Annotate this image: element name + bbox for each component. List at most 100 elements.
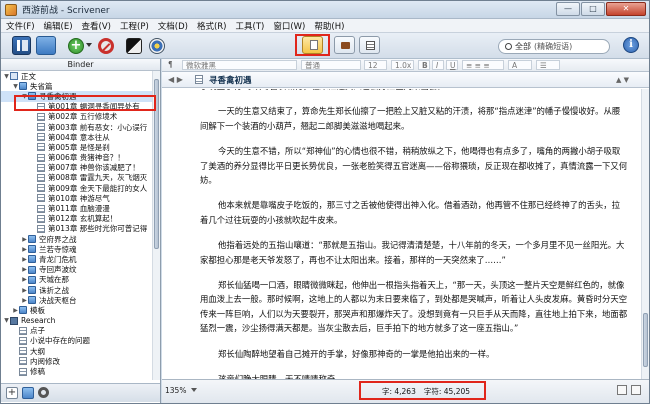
disclosure-icon[interactable]: ▶ xyxy=(21,287,28,294)
binder-item[interactable]: 点子 xyxy=(1,326,152,336)
document-paragraph[interactable]: 郑长仙猛喝一口酒，眼睛微微眯起，他伸出一根指头指着天上，“那一天，头顶这一整片天… xyxy=(200,278,628,336)
binder-item[interactable]: 第012章 玄机算起！ xyxy=(1,214,152,224)
binder-item[interactable]: 第008章 雷霆九天，灰飞烟灭 xyxy=(1,173,152,183)
paragraph-style-icon[interactable]: ¶ xyxy=(165,60,177,70)
search-input[interactable]: 全部 (精确短语) xyxy=(498,39,610,54)
collections-folder-icon[interactable] xyxy=(36,36,56,55)
binder-item[interactable]: 第010章 神游尽气 xyxy=(1,193,152,203)
binder-item[interactable]: ▼ 正文 xyxy=(1,71,152,81)
menu-file[interactable]: 文件(F) xyxy=(6,20,35,32)
editor-scroll-thumb[interactable] xyxy=(643,313,648,367)
disclosure-icon[interactable]: ▶ xyxy=(21,236,28,243)
binder-item[interactable]: 修稿 xyxy=(1,366,152,376)
document-paragraph[interactable]: 孩童们睁大眼睛，无不啧啧称奇。 xyxy=(200,372,628,379)
line-spacing-select[interactable]: 1.0x xyxy=(391,60,414,70)
binder-item[interactable]: 第003章 前有恶女：小心误行 xyxy=(1,122,152,132)
add-item-button[interactable]: + xyxy=(68,38,84,54)
document-view-button[interactable] xyxy=(302,36,323,54)
document-text-area[interactable]: 了晚些手行·寻欢毒舌长城行，任朱江追兵人已去好江区门来出会。一天的生意又结束了，… xyxy=(162,89,641,379)
document-paragraph[interactable]: 他本来就是靠嘴皮子吃饭的，那三寸之舌被他使得出神入化。借着酒劲，他再管不住那已经… xyxy=(200,198,628,227)
document-prose[interactable]: 了晚些手行·寻欢毒舌长城行，任朱江追兵人已去好江区门来出会。一天的生意又结束了，… xyxy=(200,89,628,379)
binder-folder-button[interactable] xyxy=(22,387,34,399)
binder-item[interactable]: 第005章 是怪是刹 xyxy=(1,142,152,152)
binder-item[interactable]: 第013章 那些时光你可曾记得 xyxy=(1,224,152,234)
binder-item[interactable]: ▶ 诛折之战 xyxy=(1,285,152,295)
search-scope[interactable]: 全部 xyxy=(515,41,531,52)
font-select[interactable]: 微软雅黑 xyxy=(182,60,297,70)
maximize-button[interactable]: □ xyxy=(581,2,605,16)
disclosure-icon[interactable]: ▶ xyxy=(21,297,28,304)
composition-mode-icon[interactable] xyxy=(126,38,142,54)
disclosure-icon[interactable]: ▶ xyxy=(21,266,28,273)
binder-add-button[interactable]: + xyxy=(6,387,18,399)
chevron-down-icon[interactable] xyxy=(191,388,197,392)
navigation-arrows[interactable]: ◀ ▶ xyxy=(168,75,183,84)
delete-item-button[interactable] xyxy=(98,38,114,54)
binder-item[interactable]: 第011章 血脑漫漫 xyxy=(1,203,152,213)
menu-view[interactable]: 查看(V) xyxy=(82,20,111,32)
disclosure-open-icon[interactable]: ▼ xyxy=(3,73,10,80)
info-icon[interactable]: i xyxy=(623,37,639,53)
binder-item[interactable]: ▼ 失省篇 xyxy=(1,81,152,91)
menu-help[interactable]: 帮助(H) xyxy=(314,20,344,32)
binder-item[interactable]: 第002章 五行修境术 xyxy=(1,112,152,122)
close-button[interactable]: ✕ xyxy=(606,2,646,16)
corkboard-view-button[interactable] xyxy=(334,36,355,54)
zoom-level[interactable]: 135% xyxy=(165,386,186,395)
binder-item[interactable]: ▶ 模板 xyxy=(1,305,152,315)
menu-window[interactable]: 窗口(W) xyxy=(273,20,305,32)
chevron-down-icon[interactable] xyxy=(86,43,92,47)
binder-item[interactable]: ▶ 兰若寺惊魂 xyxy=(1,244,152,254)
binder-item[interactable]: 内阅修改 xyxy=(1,356,152,366)
font-size-select[interactable]: 12 xyxy=(364,60,387,70)
disclosure-open-icon[interactable]: ▼ xyxy=(3,317,10,324)
binder-item[interactable]: 第004章 意本往从 xyxy=(1,132,152,142)
disclosure-icon[interactable]: ▶ xyxy=(21,246,28,253)
alignment-buttons[interactable]: ≡ ≡ ≡ xyxy=(462,60,504,70)
layout-icon[interactable] xyxy=(631,385,641,395)
binder-item[interactable]: ▼ 寻香禽初遇 xyxy=(1,91,152,102)
menu-tools[interactable]: 工具(T) xyxy=(236,20,265,32)
binder-item[interactable]: 小说中存在的问题 xyxy=(1,336,152,346)
list-button[interactable]: ☰ xyxy=(536,60,560,70)
binder-item[interactable]: ▼ Research xyxy=(1,316,152,326)
disclosure-open-icon[interactable]: ▼ xyxy=(21,93,28,100)
disclosure-open-icon[interactable]: ▼ xyxy=(12,83,19,90)
binder-item[interactable]: 第007章 神兽你该减肥了！ xyxy=(1,163,152,173)
binder-scroll-thumb[interactable] xyxy=(154,79,159,249)
disclosure-icon[interactable]: ▶ xyxy=(21,256,28,263)
binder-item[interactable]: ▶ 青龙门危机 xyxy=(1,254,152,264)
binder-scrollbar[interactable] xyxy=(152,71,160,380)
document-paragraph[interactable]: 今天的生意不错，所以“郑神仙”的心情也很不错，稍稍放纵之下，他喝得也有点多了，嘴… xyxy=(200,144,628,187)
header-controls[interactable]: ▲ ▼ xyxy=(616,76,629,84)
style-select[interactable]: 普通 xyxy=(301,60,361,70)
binder-gear-icon[interactable] xyxy=(38,387,49,398)
text-color-button[interactable]: A xyxy=(508,60,532,70)
menu-document[interactable]: 文档(D) xyxy=(158,20,188,32)
document-paragraph[interactable]: 了晚些手行·寻欢毒舌长城行，任朱江追兵人已去好江区门来出会。 xyxy=(200,89,628,93)
binder-item[interactable]: ▶ 决战天枢台 xyxy=(1,295,152,305)
editor-scrollbar[interactable] xyxy=(641,89,649,379)
menu-edit[interactable]: 编辑(E) xyxy=(44,20,73,32)
binder-item[interactable]: 大纲 xyxy=(1,346,152,356)
menu-format[interactable]: 格式(R) xyxy=(197,20,227,32)
underline-button[interactable]: U xyxy=(446,60,458,70)
outliner-view-button[interactable] xyxy=(359,36,380,54)
binder-item[interactable]: 第009章 金天下最能打的女人 xyxy=(1,183,152,193)
binder-item[interactable]: ▶ 寺回声波纹 xyxy=(1,265,152,275)
disclosure-icon[interactable]: ▶ xyxy=(12,307,19,314)
binder-toggle-button[interactable] xyxy=(12,36,31,55)
binder-item[interactable]: 第001章 蝠洞寻香闻异处有 xyxy=(1,102,152,112)
italic-button[interactable]: I xyxy=(432,60,444,70)
minimize-button[interactable]: — xyxy=(556,2,580,16)
binder-item[interactable]: ▶ 天城在那 xyxy=(1,275,152,285)
binder-tree[interactable]: ▼ 正文 ▼ 失省篇 ▼ 寻香禽初遇 第001章 蝠洞寻香闻异处有 第002章 五行修境术 第0… xyxy=(1,71,152,380)
project-target-icon[interactable] xyxy=(149,38,165,54)
menu-project[interactable]: 工程(P) xyxy=(120,20,149,32)
document-paragraph[interactable]: 一天的生意又结束了，算命先生郑长仙擦了一把脸上又脏又粘的汗渍，将那“指点迷津”的… xyxy=(200,104,628,133)
binder-item[interactable]: 第006章 贵猪神音？！ xyxy=(1,153,152,163)
bold-button[interactable]: B xyxy=(418,60,430,70)
target-icon[interactable] xyxy=(617,385,627,395)
document-paragraph[interactable]: 他指着远处的五指山嚷道：“那就是五指山。我记得清清楚楚，十八年前的冬天，一个多月… xyxy=(200,238,628,267)
document-paragraph[interactable]: 郑长仙陶醉地望着自己摊开的手掌，好像那神奇的一掌是他拍出来的一样。 xyxy=(200,347,628,361)
